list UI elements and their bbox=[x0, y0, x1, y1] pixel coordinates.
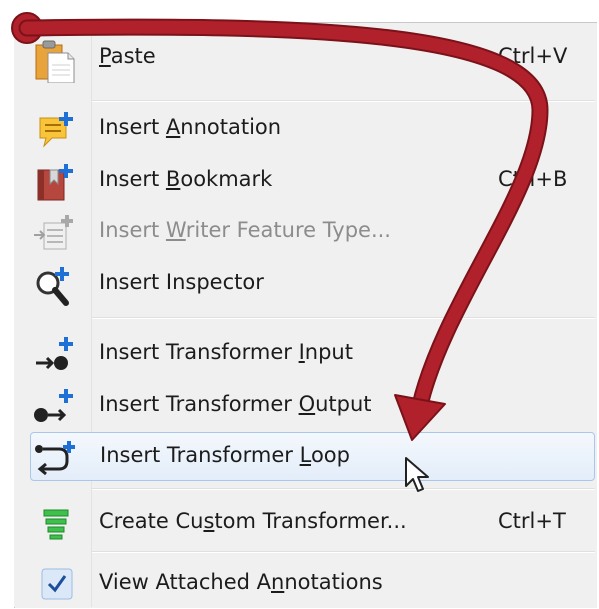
menu-item-label: Insert Annotation bbox=[99, 115, 282, 139]
menu-item-label: Insert Transformer Loop bbox=[100, 443, 350, 467]
menu-separator bbox=[92, 100, 595, 102]
inspector-icon bbox=[30, 265, 84, 306]
menu-separator bbox=[92, 551, 595, 553]
menu-item-insert-writer-feature-type[interactable]: Insert Writer Feature Type... bbox=[20, 207, 595, 255]
menu-item-label: Insert Bookmark bbox=[99, 167, 273, 191]
bookmark-icon bbox=[30, 162, 84, 201]
menu-item-insert-inspector[interactable]: Insert Inspector bbox=[20, 259, 595, 307]
menu-item-shortcut: Ctrl+T bbox=[498, 509, 566, 533]
menu-item-view-attached-annotations[interactable]: View Attached Annotations bbox=[20, 559, 595, 607]
menu-item-label: Insert Transformer Output bbox=[99, 392, 372, 416]
transformer-loop-icon bbox=[31, 439, 85, 477]
transformer-output-icon bbox=[30, 387, 84, 425]
menu-item-shortcut: Ctrl+V bbox=[498, 44, 568, 68]
menu-item-paste[interactable]: Paste Ctrl+V bbox=[20, 33, 595, 84]
menu-item-shortcut: Ctrl+B bbox=[498, 167, 568, 191]
menu-item-label: Insert Transformer Input bbox=[99, 340, 353, 364]
annotation-icon bbox=[30, 110, 84, 148]
writer-feature-type-icon bbox=[30, 213, 84, 251]
menu-separator bbox=[92, 488, 595, 490]
transformer-input-icon bbox=[30, 335, 84, 373]
menu-item-label: View Attached Annotations bbox=[99, 570, 383, 594]
menu-item-label: Create Custom Transformer... bbox=[99, 509, 407, 533]
checkmark-icon bbox=[30, 565, 84, 603]
menu-item-create-custom-transformer[interactable]: Create Custom Transformer... Ctrl+T bbox=[20, 498, 595, 546]
menu-item-insert-transformer-input[interactable]: Insert Transformer Input bbox=[20, 329, 595, 377]
paste-icon bbox=[30, 39, 84, 84]
menu-item-label: Paste bbox=[99, 44, 156, 68]
menu-item-insert-bookmark[interactable]: Insert Bookmark Ctrl+B bbox=[20, 156, 595, 204]
menu-item-insert-annotation[interactable]: Insert Annotation bbox=[20, 104, 595, 152]
menu-separator bbox=[92, 317, 595, 319]
mouse-cursor-icon bbox=[405, 457, 429, 492]
menu-item-insert-transformer-loop[interactable]: Insert Transformer Loop bbox=[30, 432, 595, 481]
menu-item-label: Insert Inspector bbox=[99, 270, 264, 294]
menu-item-insert-transformer-output[interactable]: Insert Transformer Output bbox=[20, 381, 595, 429]
menu-item-label: Insert Writer Feature Type... bbox=[99, 218, 391, 242]
custom-transformer-icon bbox=[30, 504, 84, 542]
